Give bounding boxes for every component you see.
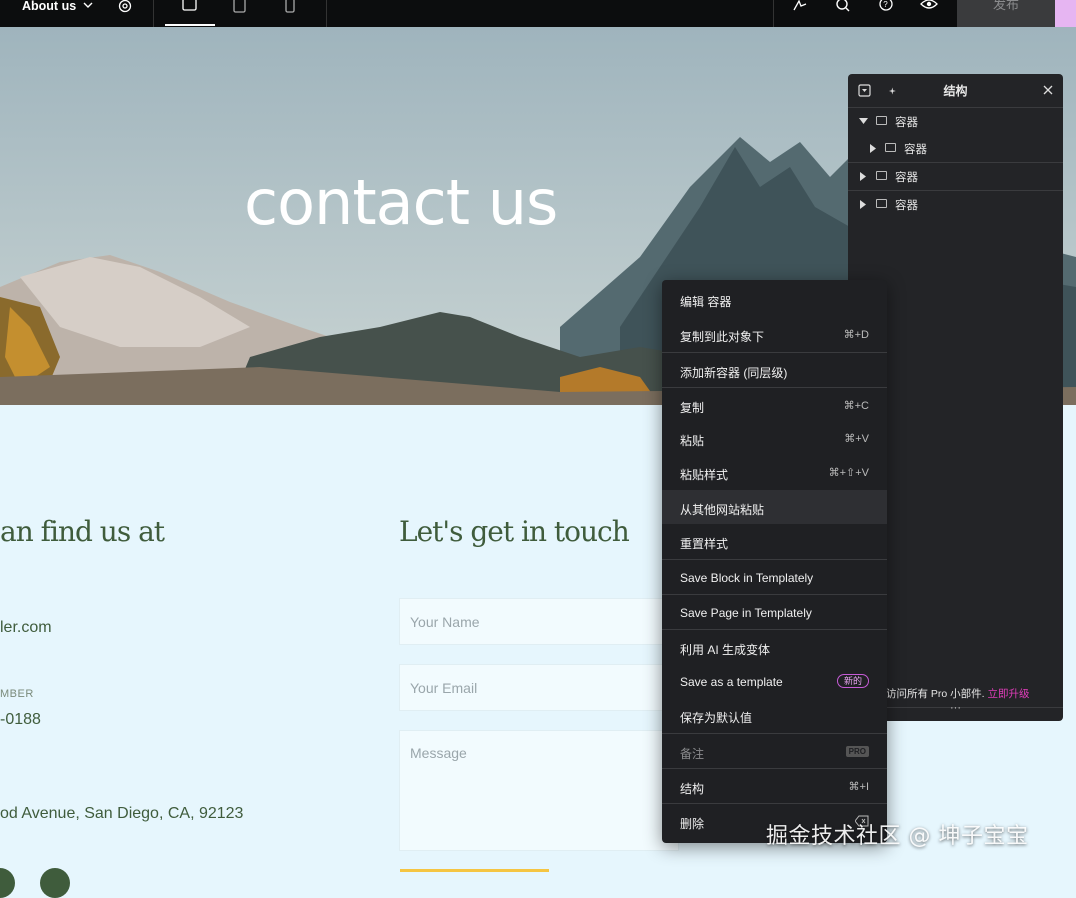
get-in-touch-heading: Let's get in touch [399, 515, 630, 548]
name-input[interactable]: Your Name [399, 598, 679, 645]
menu-item-save-page-templately[interactable]: Save Page in Templately [662, 594, 887, 628]
tree-item-container[interactable]: 容器 [848, 108, 1063, 136]
menu-item-paste-from-other-site[interactable]: 从其他网站粘贴 [662, 490, 887, 524]
caret-right-icon[interactable] [869, 144, 877, 153]
preview-eye-icon[interactable] [920, 0, 938, 14]
menu-item-paste[interactable]: 粘贴 ⌘+V [662, 421, 887, 455]
divider [153, 0, 154, 27]
menu-item-label: 结构 [680, 782, 705, 796]
caret-down-icon[interactable] [859, 117, 868, 125]
menu-item-reset-style[interactable]: 重置样式 [662, 524, 887, 558]
find-us-heading: an find us at [0, 515, 165, 548]
menu-item-save-block-templately[interactable]: Save Block in Templately [662, 559, 887, 593]
container-icon [876, 171, 887, 180]
tablet-icon [233, 0, 246, 13]
mobile-icon [285, 0, 295, 13]
menu-item-label: Save Block in Templately [680, 571, 814, 585]
publish-button[interactable]: 发布 [957, 0, 1055, 27]
email-placeholder: Your Email [410, 680, 478, 696]
name-placeholder: Your Name [410, 614, 480, 630]
message-textarea[interactable]: Message [399, 730, 679, 851]
menu-item-label: Save Page in Templately [680, 606, 812, 620]
tablet-view-button[interactable] [232, 0, 248, 18]
menu-item-shortcut: ⌘+V [844, 433, 869, 445]
gear-icon[interactable] [117, 0, 133, 14]
new-badge: 新的 [836, 674, 869, 688]
menu-item-label: 复制到此对象下 [680, 330, 765, 344]
phone-text: -0188 [0, 711, 41, 728]
chevron-down-icon[interactable] [82, 0, 94, 14]
email-text: ler.com [0, 619, 52, 636]
phone-label: MBER [0, 688, 34, 700]
page-title-dropdown[interactable]: About us [22, 0, 76, 14]
menu-item-copy[interactable]: 复制 ⌘+C [662, 387, 887, 421]
menu-item-label: 粘贴样式 [680, 468, 729, 482]
pro-upgrade-notice: 访问所有 Pro 小部件. 立即升级 [886, 686, 1030, 701]
editor-topbar: About us ? 发布 [0, 0, 1076, 27]
menu-item-label: 编辑 容器 [680, 295, 732, 309]
tree-item-label: 容器 [895, 117, 918, 129]
panel-header: 结构 [848, 74, 1063, 108]
social-icon[interactable] [40, 868, 70, 898]
menu-item-paste-style[interactable]: 粘贴样式 ⌘+⇧+V [662, 455, 887, 489]
panel-title: 结构 [943, 84, 968, 98]
caret-right-icon[interactable] [859, 172, 867, 181]
panel-edge [1055, 0, 1076, 27]
menu-item-ai-variations[interactable]: 利用 AI 生成变体 [662, 629, 887, 663]
desktop-icon [182, 0, 197, 11]
desktop-view-button[interactable] [165, 0, 215, 26]
more-dots-icon[interactable]: ··· [950, 702, 961, 714]
mobile-view-button[interactable] [284, 0, 296, 18]
menu-item-structure[interactable]: 结构 ⌘+I [662, 768, 887, 802]
menu-item-duplicate[interactable]: 复制到此对象下 ⌘+D [662, 317, 887, 351]
email-input[interactable]: Your Email [399, 664, 679, 711]
pro-notice-text: 访问所有 Pro 小部件. [886, 688, 985, 700]
menu-item-label: 添加新容器 (同层级) [680, 366, 788, 380]
container-icon [876, 116, 887, 125]
menu-item-edit-container[interactable]: 编辑 容器 [662, 282, 887, 316]
context-menu: 编辑 容器 复制到此对象下 ⌘+D 添加新容器 (同层级) 复制 ⌘+C 粘贴 … [662, 280, 887, 843]
hero-title: contact us [244, 166, 558, 239]
search-icon[interactable] [835, 0, 851, 14]
menu-item-label: 保存为默认值 [680, 711, 753, 725]
pro-badge: PRO [845, 746, 869, 757]
menu-item-add-container[interactable]: 添加新容器 (同层级) [662, 352, 887, 386]
divider [326, 0, 327, 27]
message-placeholder: Message [410, 745, 467, 761]
svg-text:?: ? [883, 0, 888, 9]
caret-right-icon[interactable] [859, 200, 867, 209]
help-icon[interactable]: ? [878, 0, 894, 14]
menu-item-label: 利用 AI 生成变体 [680, 643, 771, 657]
menu-item-save-as-template[interactable]: Save as a template 新的 [662, 664, 887, 698]
tree-item-label: 容器 [904, 144, 927, 156]
menu-item-shortcut: ⌘+⇧+V [828, 467, 869, 479]
tree-item-container[interactable]: 容器 [848, 162, 1063, 190]
tree-item-label: 容器 [895, 172, 918, 184]
menu-item-shortcut: ⌘+I [848, 781, 869, 793]
menu-item-save-as-default[interactable]: 保存为默认值 [662, 698, 887, 732]
social-icon[interactable] [0, 868, 15, 898]
menu-item-label: 删除 [680, 817, 705, 831]
watermark-text: 掘金技术社区 @ 坤子宝宝 [766, 824, 1029, 849]
tree-item-container[interactable]: 容器 [848, 190, 1063, 218]
menu-item-label: 复制 [680, 401, 705, 415]
menu-item-label: Save as a template [680, 675, 783, 689]
menu-item-shortcut: ⌘+D [843, 329, 869, 341]
ai-sparkle-icon[interactable] [791, 0, 809, 14]
menu-item-label: 重置样式 [680, 537, 729, 551]
tree-item-label: 容器 [895, 200, 918, 212]
menu-item-notes[interactable]: 备注 PRO [662, 733, 887, 767]
container-icon [885, 143, 896, 152]
container-icon [876, 199, 887, 208]
menu-item-shortcut: ⌘+C [843, 400, 869, 412]
divider [773, 0, 774, 27]
upgrade-link[interactable]: 立即升级 [988, 688, 1030, 700]
tree-item-container[interactable]: 容器 [848, 135, 1063, 163]
menu-item-label: 粘贴 [680, 434, 705, 448]
publish-label: 发布 [992, 0, 1019, 12]
address-text: od Avenue, San Diego, CA, 92123 [0, 805, 244, 822]
close-icon[interactable] [1043, 85, 1053, 95]
menu-item-label: 从其他网站粘贴 [680, 503, 765, 517]
menu-item-label: 备注 [680, 747, 705, 761]
